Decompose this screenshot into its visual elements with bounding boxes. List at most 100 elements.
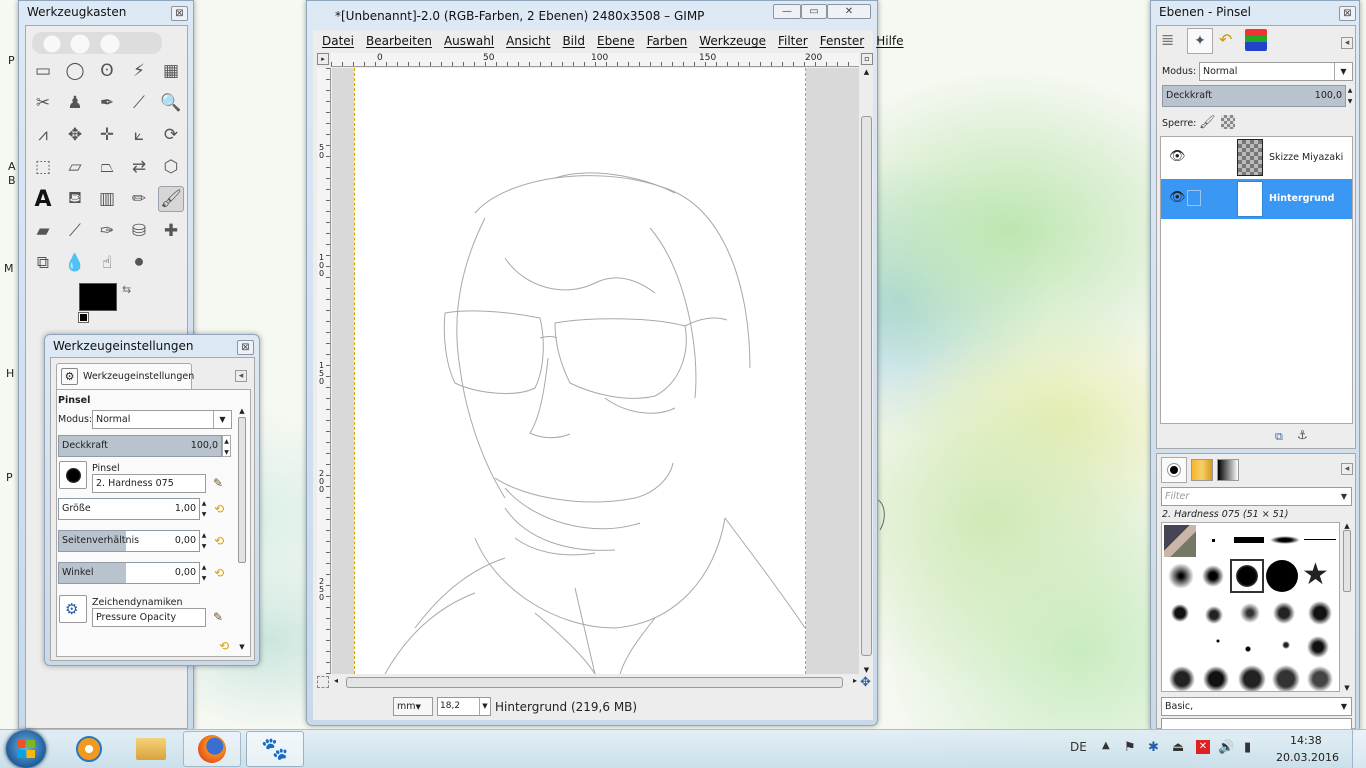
brush-thumb-splatter[interactable]: [1168, 635, 1336, 661]
tab-brushes[interactable]: [1161, 457, 1187, 483]
angle-reset-icon[interactable]: ⟲: [214, 566, 228, 580]
tab-channels[interactable]: [1245, 29, 1267, 51]
brush-thumb-texture[interactable]: [1168, 665, 1336, 691]
usb-icon[interactable]: ⏏: [1172, 740, 1184, 755]
clock-date[interactable]: 20.03.2016: [1276, 751, 1339, 764]
blur-icon[interactable]: 💧: [62, 250, 88, 276]
move-icon[interactable]: ✥: [62, 122, 88, 148]
gradient-icon[interactable]: ▥: [94, 186, 120, 212]
tab-layers[interactable]: ≣: [1161, 30, 1174, 49]
tab-patterns[interactable]: [1191, 459, 1213, 481]
mode-select[interactable]: Normal ▼: [92, 410, 232, 429]
image-canvas[interactable]: [354, 68, 806, 674]
navigate-icon[interactable]: ▫: [861, 53, 873, 65]
unit-select[interactable]: mm▼: [393, 697, 433, 716]
lock-alpha-icon[interactable]: [1221, 115, 1235, 129]
menu-item-werkzeuge[interactable]: Werkzeuge: [693, 34, 772, 48]
navigation-icon[interactable]: ✥: [860, 675, 871, 690]
brush-thumb-thin-line[interactable]: [1304, 539, 1336, 540]
brush-thumb-line[interactable]: [1234, 537, 1264, 543]
aspect-slider[interactable]: Seitenverhältnis 0,00: [58, 530, 200, 552]
perspective-clone-icon[interactable]: ⧉: [30, 250, 56, 276]
taskbar-explorer[interactable]: [122, 731, 180, 767]
vscroll-up-icon[interactable]: ▲: [860, 68, 873, 76]
brush-thumb-dot[interactable]: [1212, 539, 1215, 542]
rect-select-icon[interactable]: ▭: [30, 58, 56, 84]
toolbox-close-button[interactable]: ⊠: [171, 6, 188, 21]
edit-brush-icon[interactable]: ✎: [213, 476, 223, 490]
brush-grid-scrollbar[interactable]: ▲ ▼: [1341, 522, 1353, 692]
scroll-thumb[interactable]: [238, 417, 246, 563]
perspective-icon[interactable]: ⏢: [94, 154, 120, 180]
language-indicator[interactable]: DE: [1070, 740, 1087, 754]
eye-icon[interactable]: 👁: [1169, 149, 1186, 164]
angle-slider[interactable]: Winkel 0,00: [58, 562, 200, 584]
smudge-icon[interactable]: ☝: [94, 250, 120, 276]
foreground-color-swatch[interactable]: [79, 283, 117, 311]
tab-gradients[interactable]: [1217, 459, 1239, 481]
scale-icon[interactable]: ⬚: [30, 154, 56, 180]
angle-spin-icon[interactable]: ▲ ▼: [200, 562, 208, 584]
brush-thumb-photo[interactable]: [1164, 525, 1196, 557]
layers-dock-close-button[interactable]: ⊠: [1339, 6, 1356, 21]
quickmask-icon[interactable]: [317, 676, 329, 688]
rotate-icon[interactable]: ⟳: [158, 122, 184, 148]
tool-options-close-button[interactable]: ⊠: [237, 340, 254, 355]
measure-icon[interactable]: ⩘: [30, 122, 56, 148]
crop-icon[interactable]: ⟀: [126, 122, 152, 148]
antivirus-icon[interactable]: ✕: [1196, 740, 1210, 754]
reset-options-icon[interactable]: ⟲: [219, 639, 233, 653]
scissors-icon[interactable]: ✂: [30, 90, 56, 116]
dynamics-name-field[interactable]: Pressure Opacity: [92, 608, 206, 627]
bucket-fill-icon[interactable]: ⛾: [62, 186, 88, 212]
scroll-thumb[interactable]: [1343, 530, 1351, 592]
scroll-up-icon[interactable]: ▲: [236, 407, 248, 415]
layers-mode-select[interactable]: Normal ▼: [1199, 62, 1353, 81]
close-button[interactable]: ✕: [827, 4, 871, 19]
airbrush-icon[interactable]: ⟋: [62, 218, 88, 244]
color-select-icon[interactable]: ▦: [158, 58, 184, 84]
taskbar-media-player[interactable]: [60, 731, 118, 767]
show-desktop-button[interactable]: [1352, 730, 1366, 768]
duplicate-layer-icon[interactable]: ⧉: [1275, 430, 1283, 444]
scroll-up-icon[interactable]: ▲: [1341, 522, 1353, 530]
swap-colors-icon[interactable]: ⇆: [122, 283, 131, 296]
opacity-slider[interactable]: Deckkraft 100,0: [58, 435, 222, 457]
vscroll-thumb[interactable]: [861, 116, 872, 656]
brush-thumb-hard[interactable]: [1266, 560, 1298, 592]
maximize-button[interactable]: ▭: [801, 4, 827, 19]
ellipse-select-icon[interactable]: ◯: [62, 58, 88, 84]
anchor-layer-icon[interactable]: ⚓: [1297, 428, 1308, 442]
taskbar-firefox[interactable]: [183, 731, 241, 767]
clone-icon[interactable]: ⛁: [126, 218, 152, 244]
aspect-reset-icon[interactable]: ⟲: [214, 534, 228, 548]
vscroll-down-icon[interactable]: ▼: [860, 666, 873, 674]
pencil-icon[interactable]: ✏: [126, 186, 152, 212]
tab-menu-icon[interactable]: ◂: [235, 370, 247, 382]
zoom-icon[interactable]: 🔍: [158, 90, 184, 116]
eraser-icon[interactable]: ▰: [30, 218, 56, 244]
flip-icon[interactable]: ⇄: [126, 154, 152, 180]
aspect-spin-icon[interactable]: ▲ ▼: [200, 530, 208, 552]
eye-icon[interactable]: 👁: [1169, 190, 1186, 205]
layer-opacity-slider[interactable]: Deckkraft 100,0: [1162, 85, 1346, 107]
lock-pixels-icon[interactable]: 🖌: [1199, 115, 1216, 130]
tab-menu-icon[interactable]: ◂: [1341, 37, 1353, 49]
brush-thumb-soft[interactable]: [1202, 565, 1224, 587]
menu-item-ansicht[interactable]: Ansicht: [500, 34, 556, 48]
size-reset-icon[interactable]: ⟲: [214, 502, 228, 516]
brush-thumb-grunge[interactable]: [1168, 601, 1336, 627]
brush-thumb-soft-large[interactable]: [1168, 563, 1194, 589]
menu-item-filter[interactable]: Filter: [772, 34, 814, 48]
brush-thumb-hardness-selected[interactable]: [1230, 559, 1264, 593]
ink-icon[interactable]: ✑: [94, 218, 120, 244]
align-icon[interactable]: ✛: [94, 122, 120, 148]
menu-item-farben[interactable]: Farben: [641, 34, 694, 48]
tab-tool-options[interactable]: ⚙ Werkzeugeinstellungen: [56, 363, 194, 390]
fuzzy-select-icon[interactable]: ⚡: [126, 58, 152, 84]
horizontal-scrollbar[interactable]: ◂ ▸: [332, 676, 859, 689]
canvas-area[interactable]: [332, 68, 859, 674]
brush-preview-button[interactable]: [59, 461, 87, 489]
opacity-spin-icon[interactable]: ▲ ▼: [222, 435, 231, 457]
vertical-scrollbar[interactable]: ▲ ▼: [860, 68, 873, 674]
